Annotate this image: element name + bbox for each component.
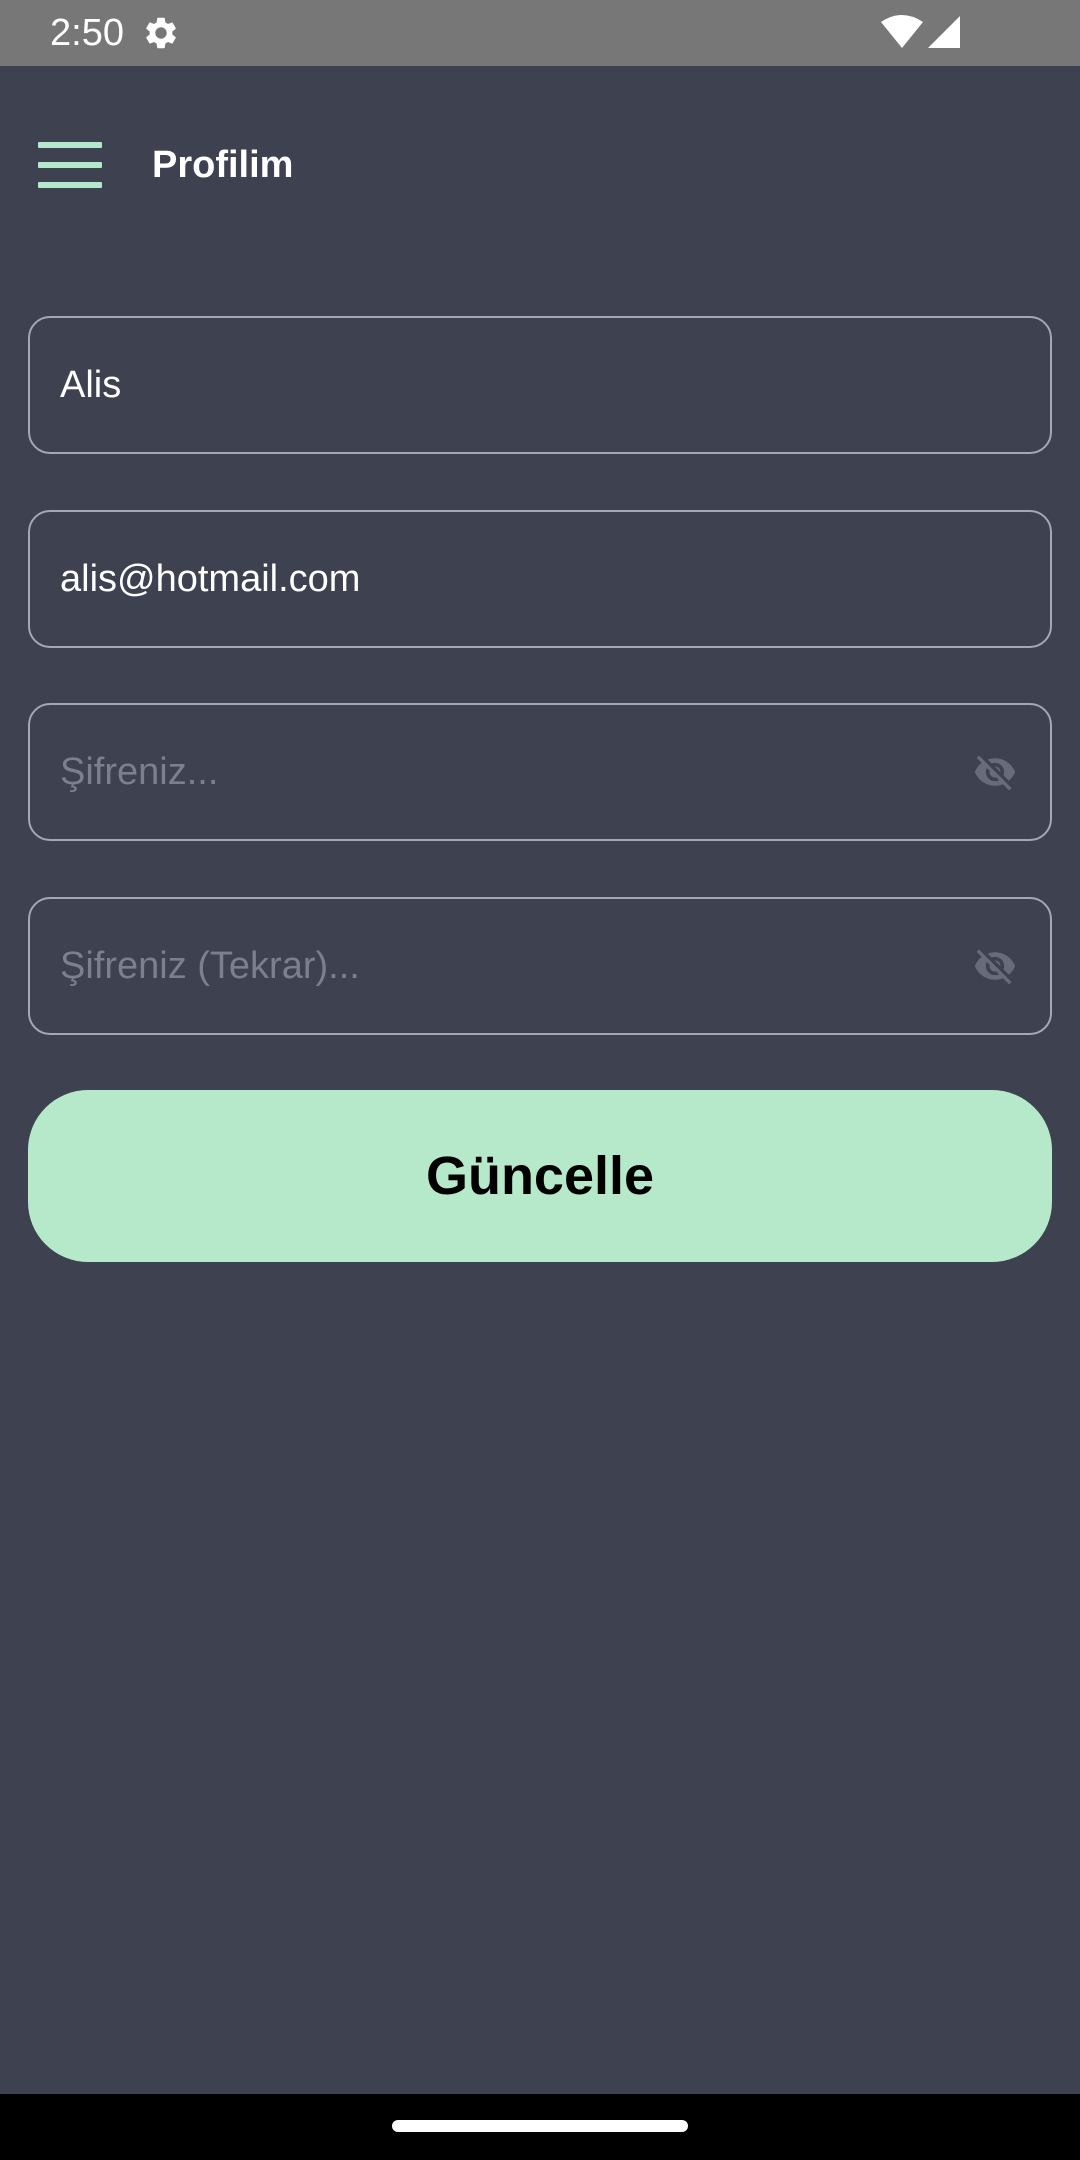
eye-off-icon[interactable] bbox=[968, 944, 1022, 988]
update-button[interactable]: Güncelle bbox=[28, 1090, 1052, 1262]
hamburger-menu-icon[interactable] bbox=[38, 142, 102, 188]
email-field[interactable]: alis@hotmail.com bbox=[28, 510, 1052, 648]
home-gesture-handle[interactable] bbox=[392, 2120, 688, 2132]
name-field[interactable]: Alis bbox=[28, 316, 1052, 454]
gear-icon bbox=[146, 17, 176, 49]
password-confirm-field-placeholder: Şifreniz (Tekrar)... bbox=[60, 945, 360, 987]
name-field-value: Alis bbox=[60, 364, 122, 406]
wifi-icon bbox=[881, 15, 923, 48]
password-field[interactable]: Şifreniz... bbox=[28, 703, 1052, 841]
status-time: 2:50 bbox=[50, 12, 124, 54]
password-field-placeholder: Şifreniz... bbox=[60, 751, 219, 793]
password-confirm-field[interactable]: Şifreniz (Tekrar)... bbox=[28, 897, 1052, 1035]
status-bar: 2:50 bbox=[0, 0, 1080, 66]
email-field-value: alis@hotmail.com bbox=[60, 558, 361, 600]
app-bar: Profilim bbox=[0, 66, 1080, 266]
navigation-bar bbox=[0, 2094, 1080, 2160]
eye-off-icon[interactable] bbox=[968, 750, 1022, 794]
page-title: Profilim bbox=[152, 144, 294, 186]
cell-signal-icon bbox=[928, 16, 960, 48]
